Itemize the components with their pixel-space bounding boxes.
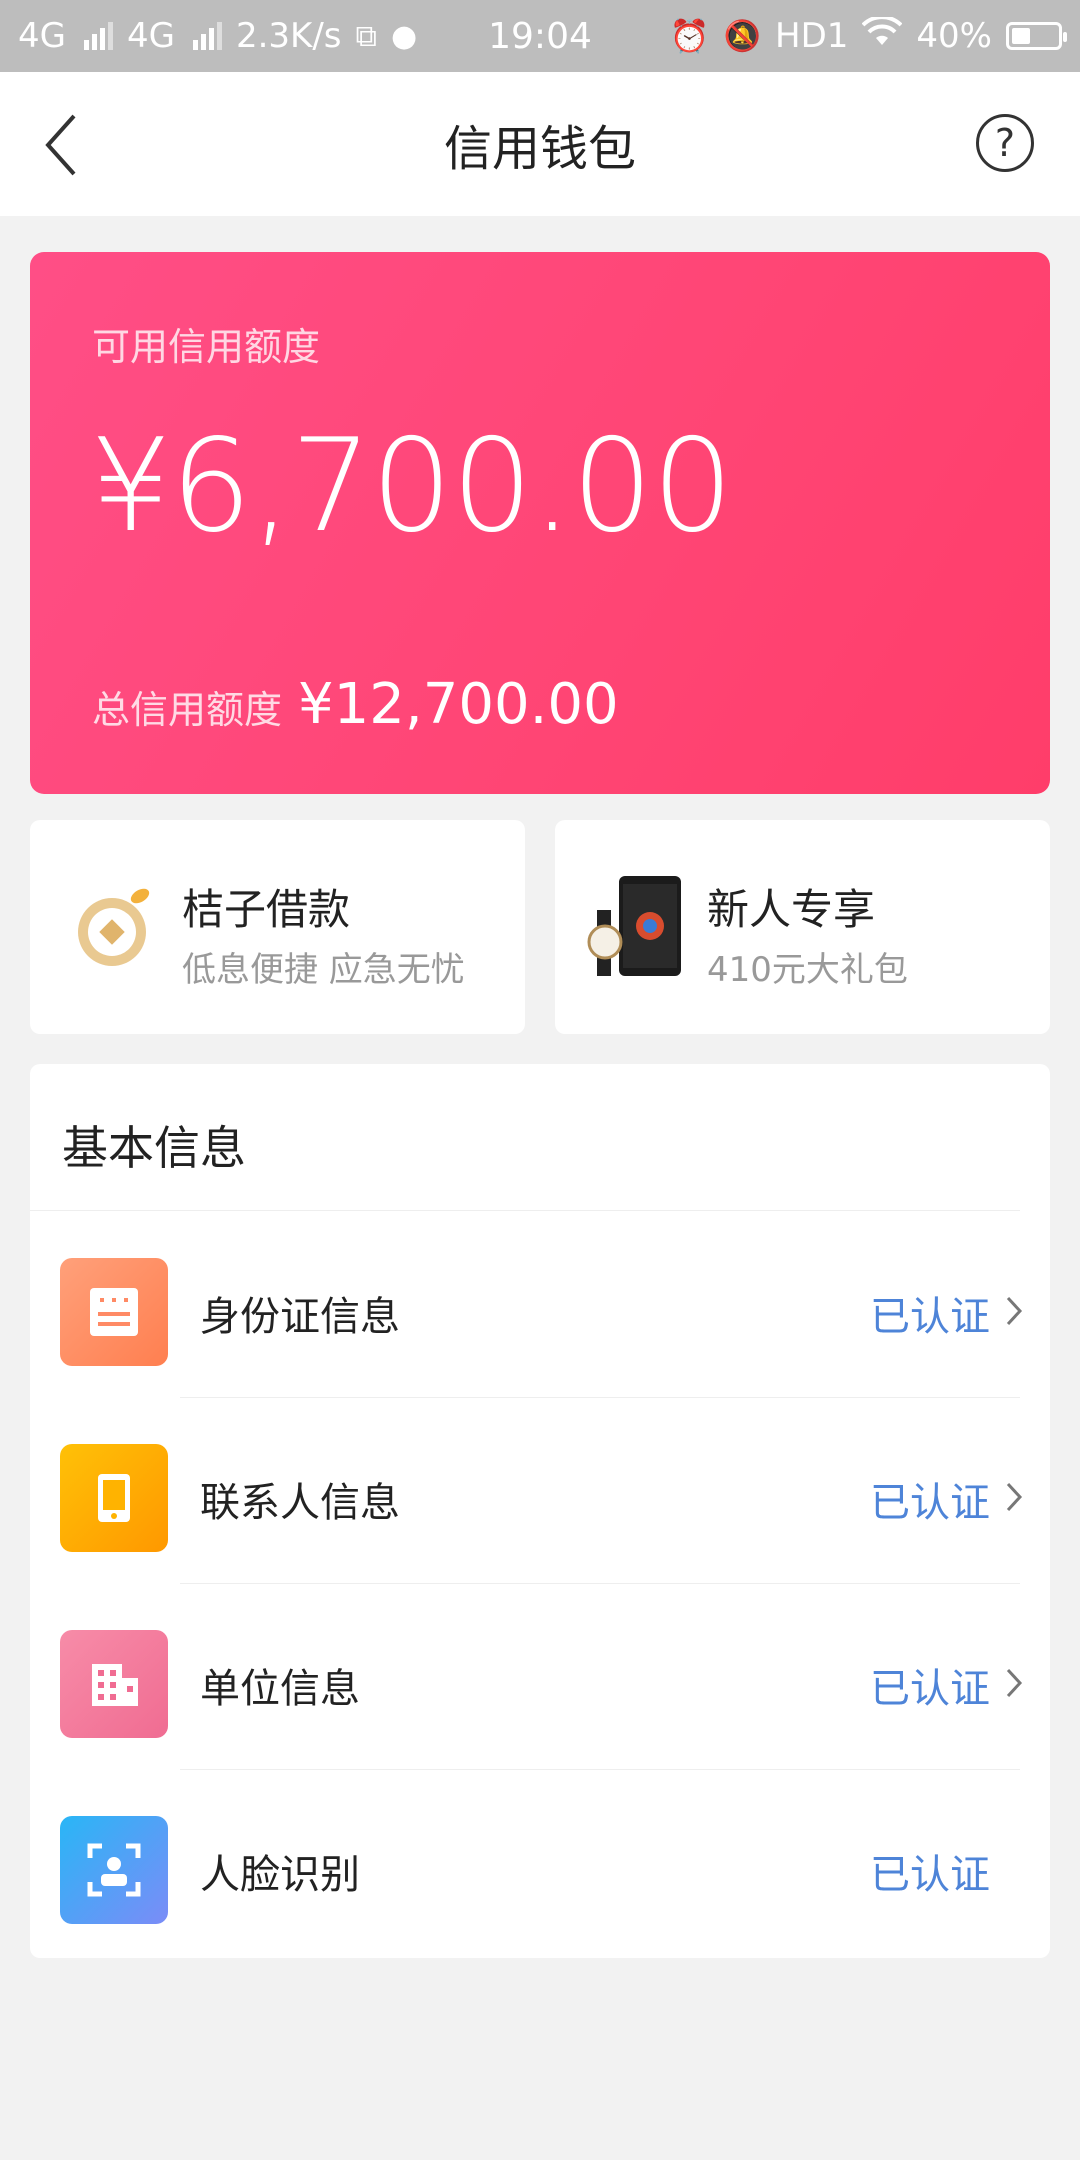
chevron-left-icon[interactable] [38, 110, 88, 180]
info-row-face[interactable]: 人脸识别 已认证 [30, 1770, 1050, 1956]
promo-card-loan[interactable]: 桔子借款 低息便捷 应急无忧 [30, 820, 525, 1034]
info-row-id-card[interactable]: 身份证信息 已认证 [30, 1212, 1050, 1398]
app-notification-icon: ⧉ [355, 18, 377, 54]
verified-status: 已认证 [870, 1666, 990, 1712]
chevron-right-icon [1006, 1296, 1023, 1326]
nav-bar: 信用钱包 ? [0, 72, 1080, 216]
promo-title: 桔子借款 [182, 885, 351, 934]
chevron-right-icon [1006, 1668, 1023, 1698]
row-label: 身份证信息 [200, 1294, 400, 1340]
row-label: 单位信息 [200, 1666, 360, 1712]
mute-icon: 🔕 [723, 18, 762, 54]
id-card-icon [60, 1258, 168, 1366]
verified-status: 已认证 [870, 1294, 990, 1340]
battery-icon [1006, 22, 1067, 50]
network-speed: 2.3K/s [235, 16, 342, 56]
chevron-right-icon [1006, 1482, 1023, 1512]
alarm-icon: ⏰ [669, 17, 710, 55]
total-credit-amount: ¥12,700.00 [298, 672, 619, 737]
orange-coin-icon [78, 888, 150, 966]
verified-status: 已认证 [870, 1852, 990, 1898]
page-title: 信用钱包 [443, 121, 636, 177]
status-bar: 4G 4G 2.3K/s ⧉ ● 19:04 ⏰ 🔕 HD1 40% [0, 0, 1080, 72]
face-scan-icon [60, 1816, 168, 1924]
network-label-2: 4G [126, 16, 175, 56]
promo-card-newuser[interactable]: 新人专享 410元大礼包 [555, 820, 1050, 1034]
signal-icon-2 [192, 22, 222, 50]
available-credit-label: 可用信用额度 [92, 325, 321, 369]
phone-icon [60, 1444, 168, 1552]
info-row-company[interactable]: 单位信息 已认证 [30, 1584, 1050, 1770]
question-circle-icon[interactable]: ? [976, 114, 1034, 172]
status-right: ⏰ 🔕 HD1 40% [669, 15, 1067, 56]
promo-subtitle: 410元大礼包 [707, 950, 908, 990]
section-title: 基本信息 [62, 1121, 246, 1175]
credit-summary-card: 可用信用额度 ¥6,700.00 总信用额度 ¥12,700.00 [30, 252, 1050, 794]
promo-title: 新人专享 [707, 885, 876, 934]
status-left: 4G 4G 2.3K/s ⧉ ● [18, 16, 417, 56]
signal-icon [83, 22, 113, 50]
building-icon [60, 1630, 168, 1738]
info-row-contacts[interactable]: 联系人信息 已认证 [30, 1398, 1050, 1584]
hd-label: HD1 [775, 16, 849, 56]
available-credit-amount: ¥6,700.00 [90, 412, 733, 561]
divider [30, 1210, 1020, 1211]
row-label: 联系人信息 [200, 1480, 400, 1526]
total-credit: 总信用额度 ¥12,700.00 [92, 672, 619, 737]
total-credit-label: 总信用额度 [92, 688, 283, 732]
network-label-1: 4G [18, 16, 66, 56]
phone-watch-gift-icon [587, 876, 681, 976]
basic-info-card: 基本信息 身份证信息 已认证 联系人信息 已认证 单位信息 已认证 人脸识别 已… [30, 1064, 1050, 1958]
battery-percent: 40% [916, 16, 992, 56]
wifi-icon [862, 15, 903, 56]
verified-status: 已认证 [870, 1480, 990, 1526]
row-label: 人脸识别 [200, 1852, 360, 1898]
battery-level [1012, 28, 1030, 44]
message-icon: ● [390, 18, 418, 54]
promo-subtitle: 低息便捷 应急无忧 [182, 950, 465, 990]
